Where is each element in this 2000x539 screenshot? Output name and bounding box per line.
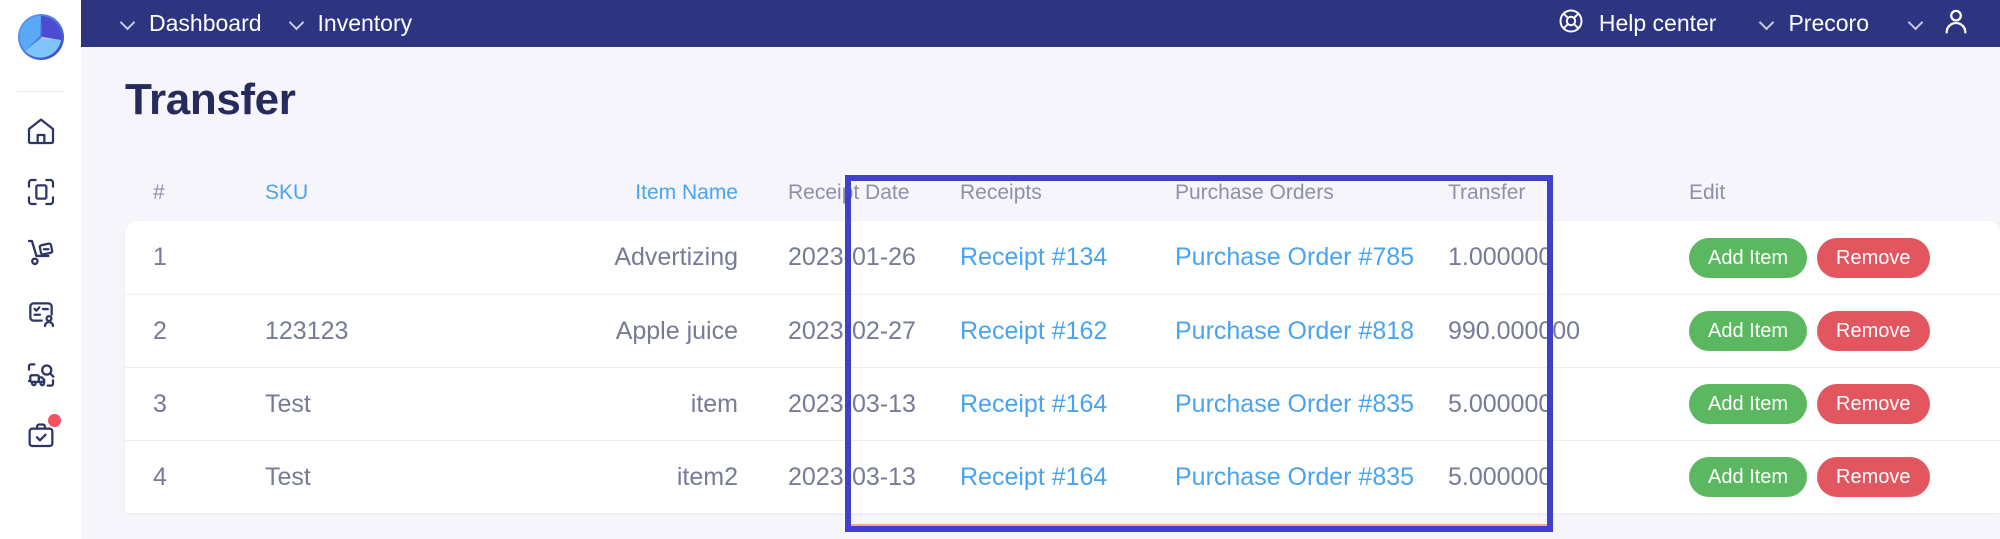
table-header-row: # SKU Item Name Receipt Date Receipts Pu… bbox=[125, 165, 2000, 221]
chevron-down-icon bbox=[1909, 16, 1924, 31]
add-item-button[interactable]: Add Item bbox=[1689, 457, 1808, 497]
column-header-transfer: Transfer bbox=[1448, 181, 1526, 204]
account-label: Precoro bbox=[1788, 10, 1869, 36]
cell-receipt-date: 2023-03-13 bbox=[788, 462, 916, 491]
app-root: Dashboard Inventory Help center Precoro … bbox=[0, 0, 2000, 539]
help-center-button[interactable]: Help center bbox=[1557, 7, 1717, 41]
cell-sku: Test bbox=[265, 462, 311, 491]
column-header-sku[interactable]: SKU bbox=[265, 181, 530, 205]
sidebar-item-home[interactable] bbox=[12, 100, 70, 161]
truck-search-icon bbox=[25, 359, 57, 391]
left-sidebar bbox=[0, 0, 81, 539]
main-content: Transfer # SKU Item Name Receipt Date Re… bbox=[81, 47, 2000, 539]
remove-button[interactable]: Remove bbox=[1817, 311, 1930, 351]
cell-item-name: Apple juice bbox=[615, 316, 738, 345]
cell-transfer-qty: 990.000000 bbox=[1448, 316, 1581, 345]
cell-receipt-date: 2023-03-13 bbox=[788, 389, 916, 418]
avatar-menu-button[interactable] bbox=[1909, 5, 1972, 42]
sidebar-item-invoices[interactable] bbox=[12, 283, 70, 344]
cell-receipt-link[interactable]: Receipt #164 bbox=[960, 390, 1175, 419]
cell-purchase-order-link[interactable]: Purchase Order #785 bbox=[1175, 243, 1440, 272]
cell-item-name: item2 bbox=[676, 462, 738, 491]
breadcrumb-item-inventory[interactable]: Inventory bbox=[290, 10, 425, 37]
cell-transfer-qty: 5.000000 bbox=[1448, 389, 1553, 418]
cell-number: 3 bbox=[153, 389, 167, 418]
cell-sku: Test bbox=[265, 389, 311, 418]
notification-badge bbox=[47, 414, 61, 427]
add-item-button[interactable]: Add Item bbox=[1689, 311, 1808, 351]
cell-receipt-date: 2023-01-26 bbox=[788, 243, 916, 271]
cell-receipt-link[interactable]: Receipt #162 bbox=[960, 317, 1175, 346]
cell-receipt-date: 2023-02-27 bbox=[788, 316, 916, 345]
document-scan-icon bbox=[25, 176, 57, 208]
cell-number: 4 bbox=[153, 462, 167, 491]
breadcrumb: Dashboard Inventory bbox=[121, 10, 424, 37]
breadcrumb-item-dashboard[interactable]: Dashboard bbox=[121, 10, 274, 37]
cell-sku: 123123 bbox=[265, 316, 349, 345]
column-header-number: # bbox=[153, 181, 165, 204]
header-actions: Help center Precoro bbox=[1557, 5, 2000, 42]
cell-transfer-qty: 5.000000 bbox=[1448, 462, 1553, 491]
column-header-edit: Edit bbox=[1689, 181, 1726, 204]
chevron-down-icon bbox=[1760, 16, 1775, 31]
cell-receipt-link[interactable]: Receipt #134 bbox=[960, 243, 1175, 272]
remove-button[interactable]: Remove bbox=[1817, 457, 1930, 497]
table-row: 1 Advertizing 2023-01-26 Receipt #134 Pu… bbox=[125, 221, 2000, 294]
sidebar-item-documents[interactable] bbox=[12, 161, 70, 222]
user-avatar-icon bbox=[1940, 5, 1972, 42]
page-title: Transfer bbox=[125, 75, 296, 124]
cell-edit-actions: Add Item Remove bbox=[1675, 384, 1975, 424]
lifebuoy-icon bbox=[1557, 7, 1585, 41]
table-row: 4 Test item2 2023-03-13 Receipt #164 Pur… bbox=[125, 440, 2000, 513]
sidebar-item-tasks[interactable] bbox=[12, 405, 70, 466]
column-header-item-name[interactable]: Item Name bbox=[530, 181, 760, 205]
sidebar-divider bbox=[17, 91, 64, 92]
cell-purchase-order-link[interactable]: Purchase Order #835 bbox=[1175, 390, 1440, 419]
cell-item-name: Advertizing bbox=[614, 243, 738, 271]
cell-purchase-order-link[interactable]: Purchase Order #818 bbox=[1175, 317, 1440, 346]
breadcrumb-label-inventory: Inventory bbox=[317, 10, 413, 36]
top-header-bar: Dashboard Inventory Help center Precoro bbox=[81, 0, 2000, 47]
transfer-table: # SKU Item Name Receipt Date Receipts Pu… bbox=[125, 165, 2000, 513]
home-icon bbox=[25, 115, 57, 147]
sidebar-item-receiving[interactable] bbox=[12, 222, 70, 283]
chevron-down-icon bbox=[290, 16, 305, 31]
add-item-button[interactable]: Add Item bbox=[1689, 237, 1808, 278]
cell-purchase-order-link[interactable]: Purchase Order #835 bbox=[1175, 463, 1440, 492]
sidebar-item-tracking[interactable] bbox=[12, 344, 70, 405]
account-menu-button[interactable]: Precoro bbox=[1760, 10, 1869, 37]
column-header-receipts: Receipts bbox=[960, 181, 1042, 204]
cell-receipt-link[interactable]: Receipt #164 bbox=[960, 463, 1175, 492]
cell-edit-actions: Add Item Remove bbox=[1675, 237, 1975, 278]
table-body: 1 Advertizing 2023-01-26 Receipt #134 Pu… bbox=[125, 221, 2000, 513]
precoro-pinwheel-logo-icon[interactable] bbox=[12, 8, 70, 66]
help-center-label: Help center bbox=[1598, 10, 1717, 36]
column-header-receipt-date: Receipt Date bbox=[788, 181, 910, 204]
remove-button[interactable]: Remove bbox=[1817, 237, 1930, 278]
chevron-down-icon bbox=[121, 16, 136, 31]
cell-number: 2 bbox=[153, 316, 167, 345]
cell-edit-actions: Add Item Remove bbox=[1675, 457, 1975, 497]
add-item-button[interactable]: Add Item bbox=[1689, 384, 1808, 424]
cell-number: 1 bbox=[153, 243, 167, 271]
invoice-person-icon bbox=[25, 298, 57, 330]
table-row: 2 123123 Apple juice 2023-02-27 Receipt … bbox=[125, 294, 2000, 367]
cell-item-name: item bbox=[690, 389, 738, 418]
cell-transfer-qty: 1.000000 bbox=[1448, 243, 1553, 271]
hand-truck-icon bbox=[25, 237, 57, 269]
cell-edit-actions: Add Item Remove bbox=[1675, 311, 1975, 351]
breadcrumb-label-dashboard: Dashboard bbox=[149, 10, 262, 36]
column-header-purchase-orders: Purchase Orders bbox=[1175, 181, 1334, 204]
remove-button[interactable]: Remove bbox=[1817, 384, 1930, 424]
table-row: 3 Test item 2023-03-13 Receipt #164 Purc… bbox=[125, 367, 2000, 440]
